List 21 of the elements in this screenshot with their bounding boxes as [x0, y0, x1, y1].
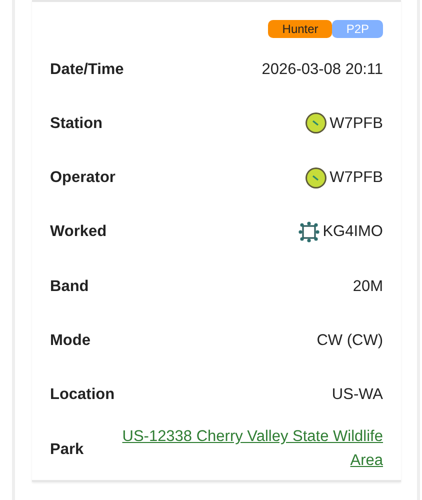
- field-label: Band: [50, 276, 89, 297]
- field-label: Date/Time: [50, 60, 124, 80]
- field-value: KG4IMO: [322, 222, 383, 242]
- avatar-icon: [304, 112, 327, 134]
- field-value: US-WA: [332, 385, 383, 406]
- field-value: 2026-03-08 20:11: [262, 60, 383, 80]
- field-label: Worked: [50, 222, 107, 242]
- field-value: W7PFB: [330, 114, 383, 134]
- tag: P2P: [332, 20, 383, 38]
- emblem-icon: [298, 221, 320, 244]
- field-label: Mode: [50, 331, 90, 351]
- avatar-icon: [304, 166, 327, 189]
- field-value: CW (CW): [316, 331, 383, 351]
- field-label: Park: [50, 440, 84, 460]
- field-value: 20M: [352, 276, 383, 297]
- tag: Hunter: [268, 20, 332, 38]
- field-label: Station: [50, 114, 103, 134]
- field-label: Location: [50, 385, 115, 406]
- field-label: Operator: [50, 168, 116, 188]
- field-value: W7PFB: [330, 168, 383, 188]
- park-link[interactable]: US-12338 Cherry Valley State Wildlife Area: [113, 425, 383, 474]
